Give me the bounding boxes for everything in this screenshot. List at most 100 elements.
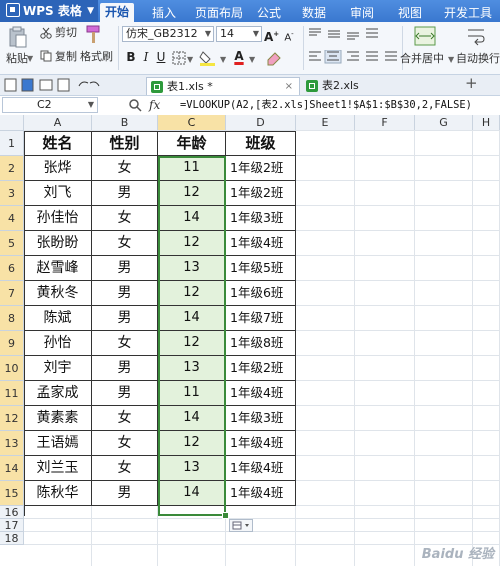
tab-home[interactable]: 开始 (100, 3, 134, 22)
cell-class[interactable]: 1年级4班 (226, 456, 296, 481)
tab-insert[interactable]: 插入 (150, 4, 178, 22)
row-header-14[interactable]: 14 (0, 456, 24, 481)
row-header-3[interactable]: 3 (0, 181, 24, 206)
column-header-g[interactable]: G (415, 115, 473, 131)
new-tab-icon[interactable]: + (465, 76, 478, 91)
header-cell-name[interactable]: 姓名 (24, 131, 92, 156)
row-header-16[interactable]: 16 (0, 506, 24, 519)
row-header-8[interactable]: 8 (0, 306, 24, 331)
column-header-e[interactable]: E (296, 115, 355, 131)
fill-handle[interactable] (222, 512, 229, 519)
cell-class[interactable]: 1年级4班 (226, 381, 296, 406)
wrap-text-button[interactable]: 自动换行 (456, 52, 500, 66)
tab-page-layout[interactable]: 页面布局 (193, 4, 245, 22)
cut-button[interactable]: 剪切 (55, 26, 77, 40)
cell-gender[interactable]: 男 (92, 306, 158, 331)
merge-center-button[interactable]: 合并居中 (400, 52, 444, 66)
cell-age[interactable]: 12 (158, 181, 226, 206)
cell-name[interactable]: 陈秋华 (24, 481, 92, 506)
cell-gender[interactable]: 女 (92, 206, 158, 231)
cell-class[interactable]: 1年级2班 (226, 156, 296, 181)
row-header-18[interactable]: 18 (0, 532, 24, 545)
insert-function-button[interactable]: fx (149, 97, 160, 113)
column-header-b[interactable]: B (92, 115, 158, 131)
cell-name[interactable]: 张烨 (24, 156, 92, 181)
paste-dropdown-icon[interactable]: ▼ (27, 52, 33, 66)
cell-gender[interactable]: 女 (92, 331, 158, 356)
copy-button[interactable]: 复制 (55, 50, 77, 64)
column-header-d[interactable]: D (226, 115, 296, 131)
fill-color-icon[interactable] (199, 50, 217, 66)
chevron-down-icon[interactable]: ▼ (220, 53, 226, 67)
cell-gender[interactable]: 男 (92, 281, 158, 306)
cell-name[interactable]: 赵雪峰 (24, 256, 92, 281)
cell-age[interactable]: 14 (158, 481, 226, 506)
cell-gender[interactable]: 女 (92, 456, 158, 481)
row-header-1[interactable]: 1 (0, 131, 24, 156)
row-header-9[interactable]: 9 (0, 331, 24, 356)
horizontal-align-icons[interactable] (308, 50, 398, 64)
cell-gender[interactable]: 男 (92, 381, 158, 406)
decrease-font-icon[interactable]: A- (282, 26, 296, 43)
auto-fill-options-button[interactable] (229, 519, 253, 532)
cell-age[interactable]: 12 (158, 231, 226, 256)
cell-gender[interactable]: 女 (92, 431, 158, 456)
cell-age[interactable]: 14 (158, 406, 226, 431)
cell-age[interactable]: 12 (158, 281, 226, 306)
cell-class[interactable]: 1年级3班 (226, 206, 296, 231)
cell-name[interactable]: 刘飞 (24, 181, 92, 206)
zoom-icon[interactable] (128, 98, 142, 112)
cell-gender[interactable]: 男 (92, 481, 158, 506)
cell-name[interactable]: 王语嫣 (24, 431, 92, 456)
paste-button[interactable]: 粘贴 (6, 52, 28, 66)
cell-age[interactable]: 13 (158, 356, 226, 381)
row-header-13[interactable]: 13 (0, 431, 24, 456)
column-header-c[interactable]: C (158, 115, 226, 131)
row-header-15[interactable]: 15 (0, 481, 24, 506)
eraser-icon[interactable] (266, 50, 282, 66)
cell-class[interactable]: 1年级8班 (226, 331, 296, 356)
bold-button[interactable]: B (124, 49, 138, 65)
name-box[interactable]: C2 ▼ (2, 97, 98, 113)
tab-document-2[interactable]: 表2.xls (302, 77, 402, 95)
chevron-down-icon[interactable]: ▼ (249, 53, 255, 67)
row-header-7[interactable]: 7 (0, 281, 24, 306)
italic-button[interactable]: I (139, 49, 153, 65)
cell-name[interactable]: 黄素素 (24, 406, 92, 431)
tab-review[interactable]: 审阅 (348, 4, 376, 22)
tab-document-1[interactable]: 表1.xls * × (146, 77, 300, 95)
cell-age[interactable]: 11 (158, 381, 226, 406)
row-header-12[interactable]: 12 (0, 406, 24, 431)
header-cell-gender[interactable]: 性别 (92, 131, 158, 156)
cell-class[interactable]: 1年级7班 (226, 306, 296, 331)
cell-class[interactable]: 1年级6班 (226, 281, 296, 306)
header-cell-class[interactable]: 班级 (226, 131, 296, 156)
column-header-a[interactable]: A (24, 115, 92, 131)
tab-data[interactable]: 数据 (300, 4, 328, 22)
cell-gender[interactable]: 男 (92, 356, 158, 381)
row-header-5[interactable]: 5 (0, 231, 24, 256)
cell-gender[interactable]: 女 (92, 231, 158, 256)
cell-name[interactable]: 孙怡 (24, 331, 92, 356)
cell-class[interactable]: 1年级3班 (226, 406, 296, 431)
cell-class[interactable]: 1年级4班 (226, 431, 296, 456)
format-painter-button[interactable]: 格式刷 (80, 50, 113, 64)
row-header-6[interactable]: 6 (0, 256, 24, 281)
cell-gender[interactable]: 女 (92, 156, 158, 181)
cell-name[interactable]: 孙佳怡 (24, 206, 92, 231)
cell-class[interactable]: 1年级4班 (226, 231, 296, 256)
cell-age[interactable]: 14 (158, 206, 226, 231)
formula-input[interactable]: =VLOOKUP(A2,[表2.xls]Sheet1!$A$1:$B$30,2,… (180, 97, 472, 113)
cell-age[interactable]: 13 (158, 256, 226, 281)
cell-name[interactable]: 张盼盼 (24, 231, 92, 256)
increase-font-icon[interactable]: A+ (264, 26, 279, 44)
cell-age[interactable]: 11 (158, 156, 226, 181)
cell-class[interactable]: 1年级2班 (226, 356, 296, 381)
row-header-4[interactable]: 4 (0, 206, 24, 231)
chevron-down-icon[interactable]: ▼ (187, 53, 193, 67)
cell-gender[interactable]: 男 (92, 181, 158, 206)
font-name-select[interactable]: 仿宋_GB2312 ▼ (122, 26, 214, 42)
cell-gender[interactable]: 女 (92, 406, 158, 431)
cell-age[interactable]: 13 (158, 456, 226, 481)
cell-age[interactable]: 14 (158, 306, 226, 331)
